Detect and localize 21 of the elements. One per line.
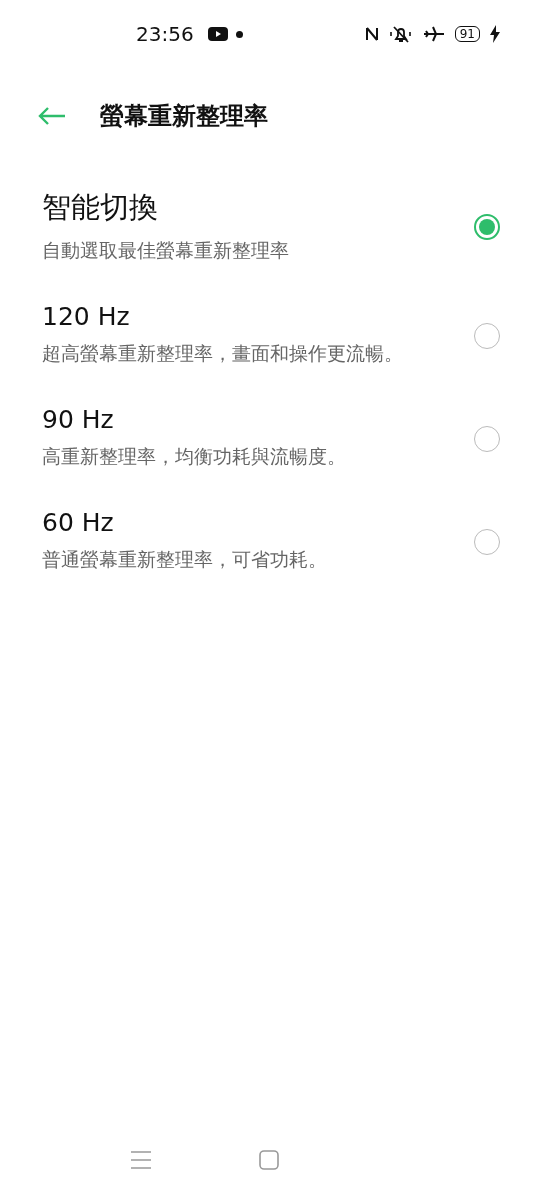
mute-icon (388, 24, 413, 44)
option-title: 120 Hz (42, 302, 131, 331)
option-title: 90 Hz (42, 405, 115, 434)
back-arrow-icon[interactable] (38, 106, 66, 126)
option-description: 普通螢幕重新整理率，可省功耗。 (42, 547, 328, 572)
option-title: 智能切換 (42, 189, 159, 226)
battery-level: 91 (454, 26, 480, 42)
airplane-icon (422, 25, 445, 43)
video-app-icon (207, 27, 228, 41)
option-title: 60 Hz (42, 508, 115, 537)
notification-dot-icon (235, 30, 243, 38)
radio-button[interactable] (474, 214, 500, 240)
option-description: 高重新整理率，均衡功耗與流暢度。 (42, 444, 347, 469)
page-title: 螢幕重新整理率 (100, 101, 268, 132)
option-description: 超高螢幕重新整理率，畫面和操作更流暢。 (42, 341, 404, 366)
home-icon[interactable] (259, 1150, 279, 1170)
nfc-icon (364, 25, 379, 43)
status-time: 23:56 (136, 22, 194, 46)
charging-icon (490, 25, 500, 43)
menu-icon[interactable] (130, 1150, 152, 1170)
option-description: 自動選取最佳螢幕重新整理率 (42, 238, 290, 263)
